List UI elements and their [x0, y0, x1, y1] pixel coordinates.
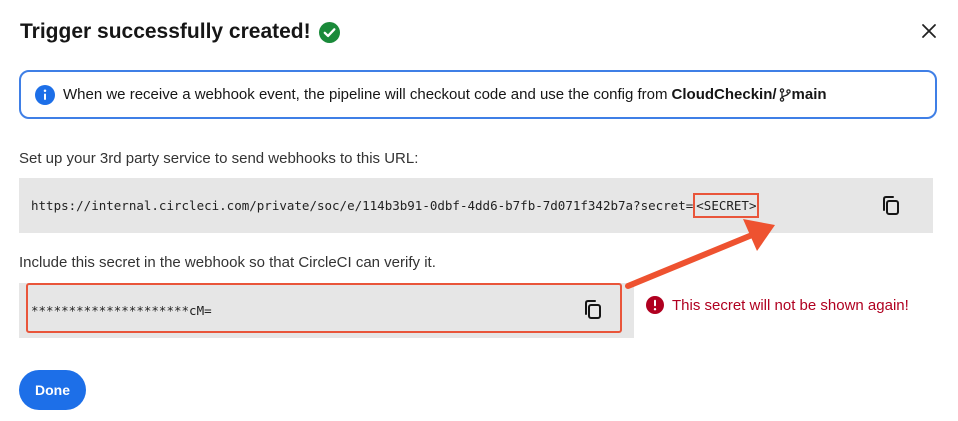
check-circle-icon	[318, 21, 340, 43]
copy-icon	[883, 196, 899, 215]
close-button[interactable]	[916, 18, 942, 44]
info-banner: When we receive a webhook event, the pip…	[19, 70, 937, 119]
copy-secret-button[interactable]	[582, 298, 604, 322]
branch-name: main	[791, 86, 827, 103]
secret-label: Include this secret in the webhook so th…	[19, 254, 436, 271]
webhook-url: https://internal.circleci.com/private/so…	[31, 198, 694, 213]
secret-warning: This secret will not be shown again!	[646, 296, 909, 314]
close-icon	[922, 24, 936, 38]
repo-name: CloudCheckin/	[671, 86, 777, 103]
copy-icon	[585, 300, 601, 319]
webhook-url-field[interactable]: https://internal.circleci.com/private/so…	[19, 178, 933, 233]
url-label: Set up your 3rd party service to send we…	[19, 150, 419, 167]
alert-circle-icon	[646, 296, 664, 314]
git-branch-icon	[779, 88, 791, 102]
dialog-title-row: Trigger successfully created!	[20, 18, 340, 46]
copy-url-button[interactable]	[880, 194, 902, 218]
info-text: When we receive a webhook event, the pip…	[63, 86, 668, 103]
dialog-title: Trigger successfully created!	[20, 20, 311, 43]
done-button[interactable]: Done	[19, 370, 86, 410]
secret-warning-text: This secret will not be shown again!	[672, 296, 909, 314]
webhook-url-text[interactable]: https://internal.circleci.com/private/so…	[31, 193, 760, 218]
secret-placeholder: <SECRET>	[693, 193, 760, 218]
info-icon	[35, 84, 55, 105]
secret-value[interactable]: *********************cM=	[31, 303, 212, 318]
